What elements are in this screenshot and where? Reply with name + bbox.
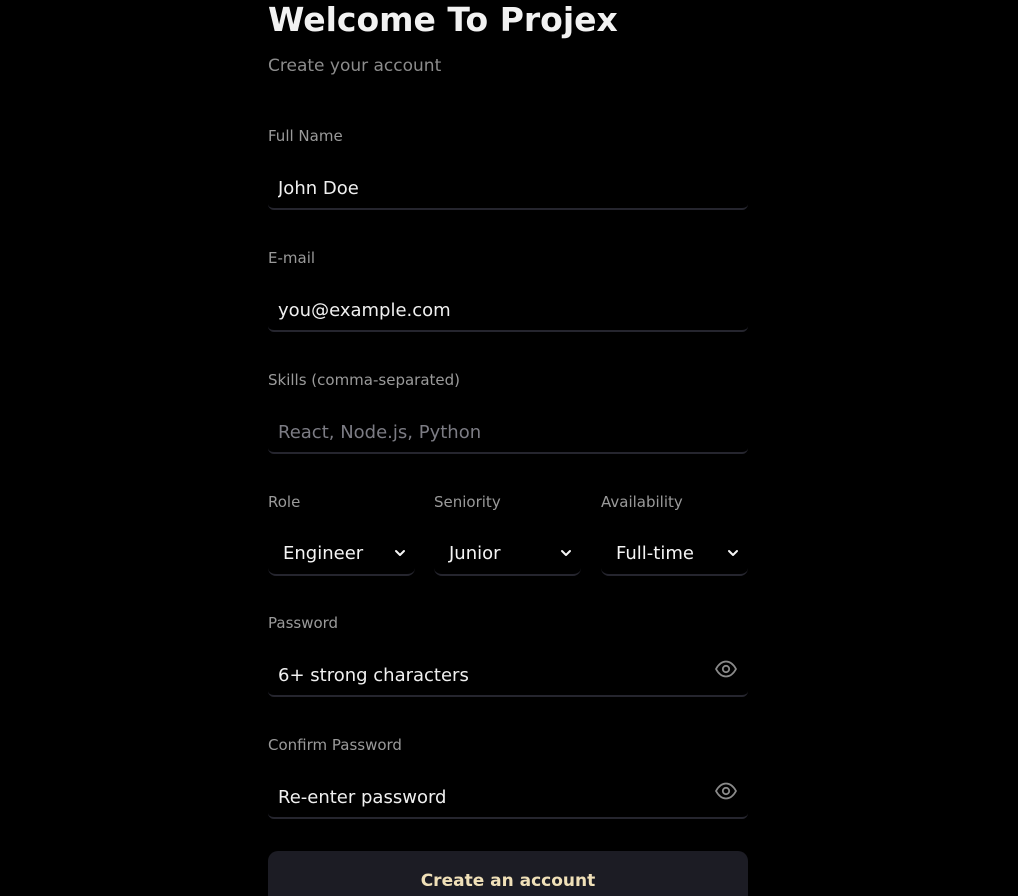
eye-icon[interactable] <box>714 657 738 681</box>
page-subtitle: Create your account <box>268 56 442 76</box>
create-account-button[interactable]: Create an account <box>268 851 748 896</box>
chevron-down-icon <box>395 550 405 556</box>
full-name-label: Full Name <box>268 127 343 145</box>
password-label: Password <box>268 614 339 632</box>
full-name-field-wrapper <box>268 166 748 210</box>
role-label: Role <box>268 493 301 511</box>
page-title: Welcome To Projex <box>268 0 618 39</box>
availability-select-value: Full-time <box>616 543 694 564</box>
role-select-value: Engineer <box>283 543 364 564</box>
confirm-password-label: Confirm Password <box>268 736 402 754</box>
confirm-password-input[interactable] <box>278 775 698 819</box>
skills-label: Skills (comma-separated) <box>268 371 460 389</box>
email-input[interactable] <box>278 288 698 332</box>
seniority-label: Seniority <box>434 493 501 511</box>
password-input[interactable] <box>278 653 698 697</box>
eye-icon[interactable] <box>714 779 738 803</box>
skills-field-wrapper <box>268 410 748 454</box>
email-label: E-mail <box>268 249 316 267</box>
confirm-password-field-wrapper <box>268 775 748 819</box>
availability-label: Availability <box>601 493 683 511</box>
seniority-select[interactable]: Junior <box>434 532 581 576</box>
role-select[interactable]: Engineer <box>268 532 415 576</box>
signup-page: Welcome To Projex Create your account Fu… <box>0 0 1018 896</box>
availability-select[interactable]: Full-time <box>601 532 748 576</box>
seniority-select-value: Junior <box>449 543 501 564</box>
email-field-wrapper <box>268 288 748 332</box>
chevron-down-icon <box>561 550 571 556</box>
full-name-input[interactable] <box>278 166 698 210</box>
chevron-down-icon <box>728 550 738 556</box>
skills-input[interactable] <box>278 410 698 454</box>
password-field-wrapper <box>268 653 748 697</box>
